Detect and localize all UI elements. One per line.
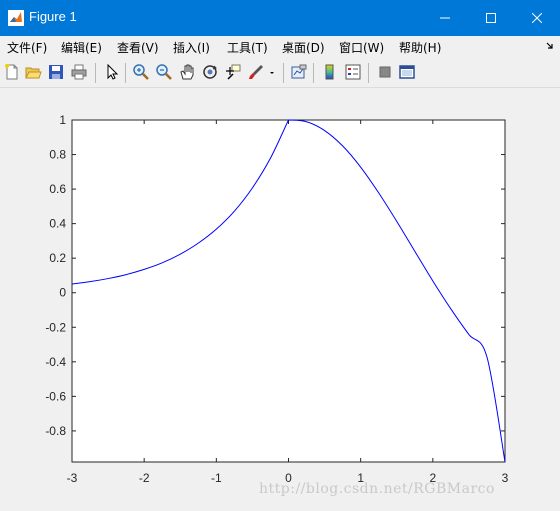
new-figure-icon <box>5 64 18 80</box>
link-plot-button[interactable] <box>290 63 308 81</box>
menu-bar: 文件(F) 编辑(E) 查看(V) 插入(I) 工具(T) 桌面(D) 窗口(W… <box>0 36 560 58</box>
legend-icon <box>345 64 361 80</box>
colorbar-icon <box>325 64 334 80</box>
x-tick-label: -1 <box>211 471 222 485</box>
toolbar-separator <box>283 63 284 83</box>
toolbar-separator <box>313 63 314 83</box>
y-tick-label: 0.4 <box>49 217 66 231</box>
data-cursor-icon <box>226 64 241 80</box>
hide-plot-tools-button[interactable] <box>376 63 394 81</box>
rotate-3d-button[interactable] <box>201 63 219 81</box>
show-plot-tools-icon <box>399 65 415 79</box>
menu-desktop[interactable]: 桌面(D) <box>282 39 325 56</box>
pointer-button[interactable] <box>102 63 120 81</box>
link-plot-icon <box>291 64 307 79</box>
line-plot[interactable]: -3 -2 -1 0 1 2 310.80.60.40.20-0.2-0.4-0.6-0.8 <box>0 88 560 511</box>
y-tick-label: 0.2 <box>49 251 66 265</box>
toolbar-separator <box>368 63 369 83</box>
rotate-3d-icon <box>203 65 217 79</box>
zoom-in-button[interactable] <box>132 63 150 81</box>
zoom-out-button[interactable] <box>155 63 173 81</box>
menu-help[interactable]: 帮助(H) <box>399 39 441 56</box>
brush-icon <box>249 65 263 79</box>
show-plot-tools-button[interactable] <box>398 63 416 81</box>
hide-plot-tools-icon <box>379 66 391 78</box>
y-tick-label: 1 <box>59 113 66 127</box>
x-tick-label: 3 <box>502 471 509 485</box>
watermark: http://blog.csdn.net/RGBMarco <box>259 481 495 497</box>
print-button[interactable] <box>70 63 88 81</box>
open-file-icon <box>25 67 42 79</box>
minimize-button[interactable] <box>422 0 468 36</box>
maximize-icon <box>486 13 496 23</box>
x-tick-label: -3 <box>67 471 78 485</box>
data-cursor-button[interactable] <box>224 63 242 81</box>
close-icon <box>532 13 542 23</box>
maximize-button[interactable] <box>468 0 514 36</box>
y-tick-label: 0 <box>59 286 66 300</box>
menu-edit[interactable]: 编辑(E) <box>61 39 102 56</box>
save-button[interactable] <box>47 63 65 81</box>
menu-window[interactable]: 窗口(W) <box>339 39 384 56</box>
title-bar[interactable]: Figure 1 <box>0 0 560 36</box>
matlab-logo-icon <box>8 10 24 26</box>
axes-box[interactable] <box>71 119 506 463</box>
print-icon <box>71 64 87 80</box>
toolbar-dock-arrow-icon[interactable] <box>546 42 554 51</box>
pointer-icon <box>107 63 119 80</box>
y-tick-label: 0.8 <box>49 148 66 162</box>
close-button[interactable] <box>514 0 560 36</box>
menu-insert[interactable]: 插入(I) <box>173 39 210 56</box>
y-tick-label: -0.4 <box>45 355 66 369</box>
dropdown-arrow-icon <box>270 72 274 74</box>
pan-hand-icon <box>180 64 194 80</box>
menu-view[interactable]: 查看(V) <box>117 39 159 56</box>
save-icon <box>49 65 63 79</box>
brush-dropdown-button[interactable] <box>267 63 277 81</box>
colorbar-button[interactable] <box>321 63 339 81</box>
zoom-in-icon <box>133 64 149 80</box>
y-tick-label: 0.6 <box>49 182 66 196</box>
new-figure-button[interactable] <box>3 63 21 81</box>
x-tick-label: -2 <box>139 471 150 485</box>
menu-file[interactable]: 文件(F) <box>7 39 47 56</box>
y-tick-label: -0.8 <box>45 424 66 438</box>
window-title: Figure 1 <box>29 9 77 24</box>
y-tick-label: -0.2 <box>45 320 66 334</box>
figure-canvas: -3 -2 -1 0 1 2 3 1 0.8 0.6 0.4 0.2 0 -0.2 -0.4 -0.6 -0.8 <box>0 88 560 511</box>
toolbar-separator <box>125 63 126 83</box>
figure-window: Figure 1 文件(F) 编辑(E) 查看(V) 插入(I) 工具(T) 桌… <box>0 0 560 511</box>
menu-tools[interactable]: 工具(T) <box>227 39 268 56</box>
open-file-button[interactable] <box>24 63 42 81</box>
legend-button[interactable] <box>344 63 362 81</box>
y-tick-label: -0.6 <box>45 389 66 403</box>
pan-button[interactable] <box>178 63 196 81</box>
brush-button[interactable] <box>247 63 265 81</box>
zoom-out-icon <box>156 64 172 80</box>
minimize-icon <box>440 17 450 19</box>
figure-toolbar <box>0 59 560 88</box>
toolbar-separator <box>95 63 96 83</box>
